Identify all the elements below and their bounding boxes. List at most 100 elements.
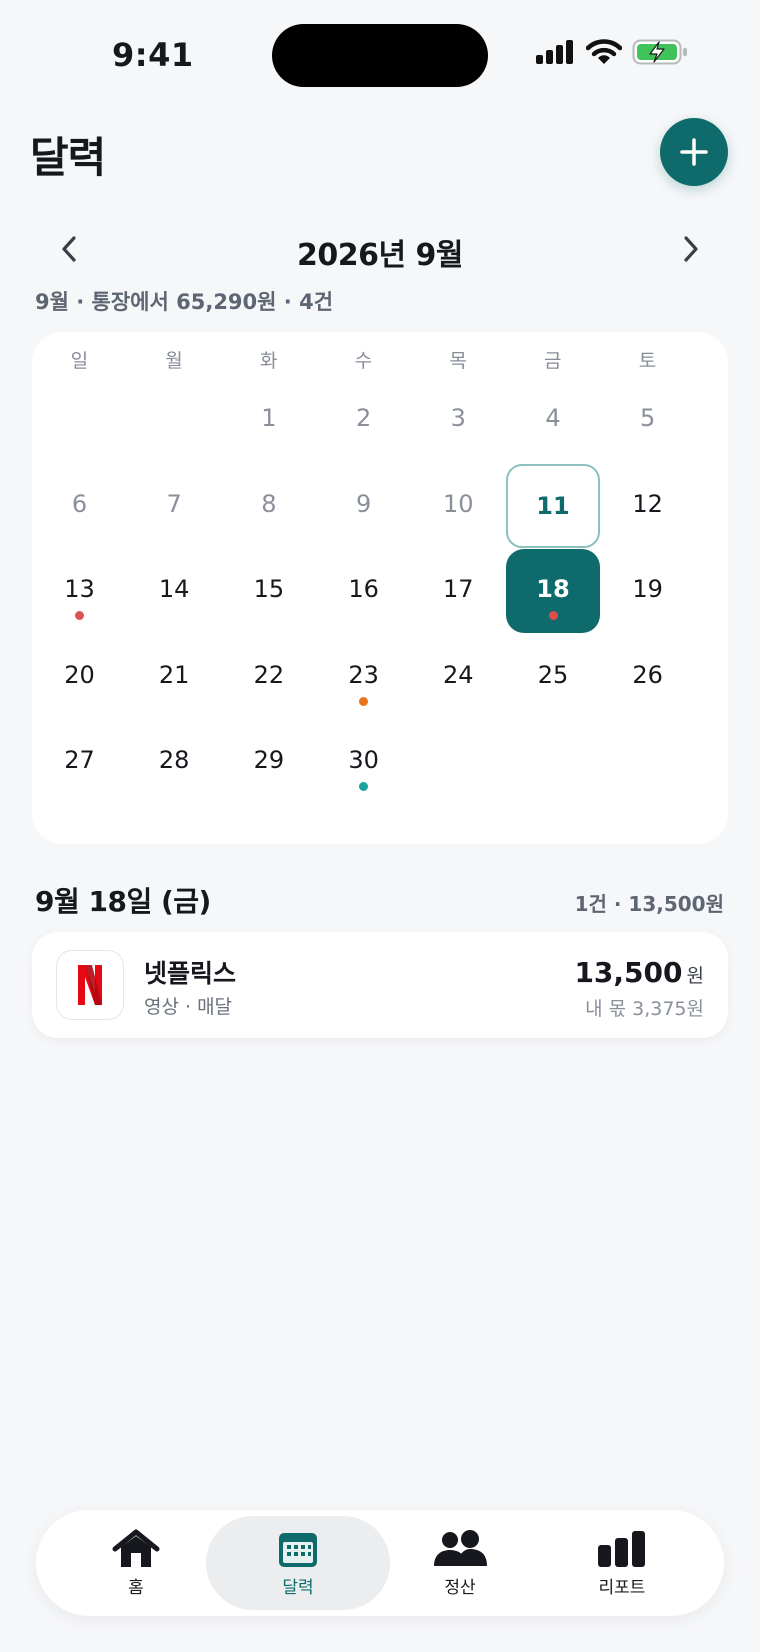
- tab-calendar[interactable]: 달력: [206, 1516, 390, 1610]
- day-number: 4: [545, 404, 561, 432]
- day-number: 21: [158, 660, 190, 689]
- tab-home[interactable]: 홈: [44, 1516, 228, 1610]
- day-number: 24: [443, 660, 474, 689]
- calendar-day[interactable]: 5: [601, 378, 695, 462]
- wifi-icon: [586, 39, 622, 64]
- calendar-day[interactable]: 28: [127, 720, 221, 804]
- dynamic-island: [272, 24, 488, 87]
- subscription-name: 넷플릭스: [144, 959, 237, 988]
- day-number: 15: [253, 575, 285, 603]
- day-number: 26: [632, 660, 663, 689]
- day-number: 10: [443, 489, 474, 518]
- calendar-day[interactable]: 21: [127, 635, 221, 719]
- day-number: 20: [64, 660, 95, 689]
- page-title: 달력: [30, 133, 106, 182]
- day-number: 11: [536, 491, 570, 520]
- calendar-day[interactable]: 8: [222, 464, 316, 548]
- battery-charging-icon: [632, 39, 687, 65]
- day-number: 14: [158, 575, 190, 603]
- day-number: 22: [253, 660, 285, 689]
- day-number: 17: [443, 575, 474, 603]
- calendar-day[interactable]: 23: [317, 635, 411, 719]
- chevron-right-icon: [684, 236, 698, 262]
- calendar-day[interactable]: 18: [506, 549, 600, 633]
- calendar-card: 일월화수목금토 1 2 3 4 5 6 7 8 9 10 11 12 13 14 15 16 17 18 19 20 2…: [32, 332, 728, 844]
- calendar-day[interactable]: 15: [222, 549, 316, 633]
- subscription-amount: 13,500 원: [574, 956, 704, 989]
- day-number: 12: [632, 489, 663, 518]
- calendar-day[interactable]: 13: [33, 549, 127, 633]
- calendar-day[interactable]: 27: [33, 720, 127, 804]
- calendar-day[interactable]: 26: [601, 635, 695, 719]
- calendar-day[interactable]: 4: [506, 378, 600, 462]
- calendar-day[interactable]: 1: [222, 378, 316, 462]
- add-button[interactable]: [660, 118, 728, 186]
- payment-dot: [359, 782, 369, 791]
- day-number: 5: [640, 404, 656, 432]
- day-number: 27: [64, 746, 95, 774]
- day-number: 28: [158, 746, 190, 774]
- calendar-icon: [279, 1532, 317, 1567]
- bar-chart-icon: [598, 1530, 645, 1567]
- calendar-grid: 1 2 3 4 5 6 7 8 9 10 11 12 13 14 15 16 17 18 19 20 21 22 23 24 2…: [32, 332, 728, 844]
- payment-dot: [359, 696, 369, 706]
- amount-value: 13,500: [574, 956, 683, 989]
- day-number: 7: [166, 489, 182, 518]
- day-number: 1: [261, 404, 277, 432]
- calendar-day[interactable]: 25: [506, 635, 600, 719]
- payment-dot: [75, 611, 84, 620]
- selected-date-label: 9월 18일 (금): [35, 885, 211, 918]
- subscription-item[interactable]: 넷플릭스 영상 · 매달 13,500 원 내 몫 3,375원: [32, 932, 728, 1038]
- amount-unit: 원: [686, 965, 704, 987]
- calendar-day[interactable]: 29: [222, 720, 316, 804]
- day-number: 2: [355, 404, 372, 432]
- calendar-day[interactable]: 20: [33, 635, 127, 719]
- calendar-day[interactable]: 12: [601, 464, 695, 548]
- home-icon: [112, 1529, 160, 1567]
- calendar-screen: 9:41 달력 20 26년 9월 9월 · 통장에서 65,290원 · 4건 …: [0, 0, 760, 1652]
- tab-report[interactable]: 리포트: [530, 1516, 714, 1610]
- tab-label: 달력: [282, 1577, 314, 1598]
- status-icons: [536, 38, 688, 66]
- day-number: 30: [348, 746, 379, 774]
- month-nav: 2026년 9월: [40, 224, 720, 274]
- status-time: 9:41: [112, 36, 194, 74]
- day-number: 16: [348, 575, 379, 603]
- calendar-day[interactable]: 7: [127, 464, 221, 548]
- calendar-day[interactable]: 22: [222, 635, 316, 719]
- calendar-day[interactable]: 10: [411, 464, 505, 548]
- day-number: 23: [348, 660, 379, 689]
- day-number: 18: [536, 575, 570, 603]
- day-number: 6: [71, 489, 88, 518]
- plus-icon: [680, 138, 708, 166]
- day-number: 13: [64, 575, 95, 603]
- tab-label: 홈: [128, 1577, 144, 1598]
- day-number: 9: [355, 489, 372, 518]
- next-month-button[interactable]: [670, 228, 712, 270]
- tab-label: 리포트: [598, 1577, 646, 1598]
- calendar-day[interactable]: 14: [127, 549, 221, 633]
- month-label: 2026년 9월: [296, 238, 464, 273]
- calendar-day[interactable]: 9: [317, 464, 411, 548]
- calendar-day[interactable]: 16: [317, 549, 411, 633]
- day-number: 25: [537, 660, 569, 689]
- calendar-day[interactable]: 3: [411, 378, 505, 462]
- people-icon: [434, 1529, 487, 1566]
- calendar-day[interactable]: 30: [317, 720, 411, 804]
- calendar-day[interactable]: 11: [506, 463, 600, 548]
- day-number: 29: [253, 746, 285, 774]
- calendar-day[interactable]: 24: [411, 635, 505, 719]
- day-number: 19: [632, 575, 663, 603]
- tab-bar: 홈 달력 정산 리포트: [36, 1510, 724, 1616]
- calendar-day[interactable]: 19: [601, 549, 695, 633]
- day-number: 3: [450, 404, 466, 432]
- calendar-day[interactable]: 17: [411, 549, 505, 633]
- signal-icon: [536, 40, 573, 64]
- tab-settlement[interactable]: 정산: [368, 1516, 552, 1610]
- calendar-day[interactable]: 2: [317, 378, 411, 462]
- netflix-logo: [56, 950, 124, 1020]
- day-number: 8: [261, 489, 277, 518]
- month-summary: 9월 · 통장에서 65,290원 · 4건: [35, 290, 334, 314]
- payment-dot: [548, 611, 558, 620]
- calendar-day[interactable]: 6: [33, 464, 127, 548]
